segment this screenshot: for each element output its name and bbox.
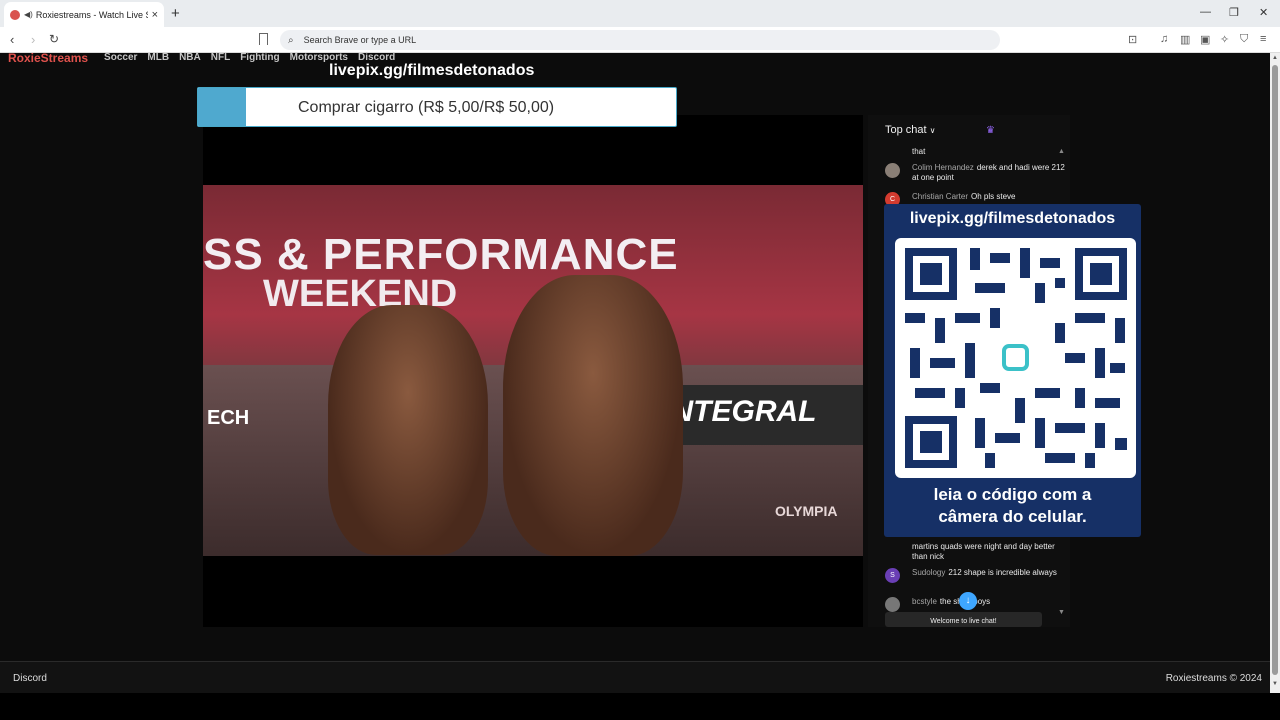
url-placeholder: Search Brave or type a URL — [303, 35, 417, 45]
scroll-down-icon[interactable]: ▼ — [1272, 681, 1278, 687]
restore-button[interactable]: ❐ — [1229, 6, 1239, 19]
video-frame[interactable]: SS & PERFORMANCE WEEKEND INTEGRAL ECH OL… — [203, 185, 863, 556]
new-tab-button[interactable]: + — [171, 5, 180, 22]
nav-nfl[interactable]: NFL — [211, 52, 230, 64]
chat-message: C Christian Carter Oh pls steve — [885, 192, 1065, 207]
url-input[interactable]: ⌕ Search Brave or type a URL — [280, 30, 1000, 50]
nav-soccer[interactable]: Soccer — [104, 52, 137, 64]
translate-icon[interactable]: ⊡ — [1128, 33, 1137, 46]
crown-icon[interactable]: ♛ — [986, 125, 995, 136]
tab-bar: ◀) Roxiestreams - Watch Live Sp × + — ❐ … — [0, 0, 1280, 27]
qr-code[interactable] — [895, 238, 1136, 478]
chat-author[interactable]: Colim Hernandez — [912, 163, 974, 172]
nav-fighting[interactable]: Fighting — [240, 52, 279, 64]
chat-author[interactable]: Sudology — [912, 568, 945, 577]
site-footer: Discord Roxiestreams © 2024 — [0, 661, 1270, 693]
nav-nba[interactable]: NBA — [179, 52, 201, 64]
chat-welcome-banner: Welcome to live chat! — [885, 612, 1042, 627]
search-icon: ⌕ — [288, 34, 294, 46]
donation-goal-label: Comprar cigarro (R$ 5,00/R$ 50,00) — [298, 99, 555, 116]
chevron-down-icon: ∨ — [929, 126, 936, 135]
left-sponsor-text: ECH — [207, 407, 250, 429]
minimize-button[interactable]: — — [1200, 6, 1211, 18]
avatar — [885, 163, 900, 178]
athlete-left — [328, 305, 488, 555]
bookmark-icon[interactable] — [259, 33, 268, 45]
site-favicon-icon — [10, 9, 20, 20]
footer-copyright: Roxiestreams © 2024 — [1165, 673, 1262, 684]
chat-mode-dropdown[interactable]: Top chat ∨ — [885, 124, 935, 136]
chat-scroll-down-icon[interactable]: ▼ — [1058, 609, 1065, 616]
reload-icon[interactable]: ↻ — [49, 32, 59, 46]
arrow-down-icon[interactable]: ↓ — [959, 592, 977, 610]
qr-donation-card: livepix.gg/filmesdetonados leia o código… — [884, 204, 1141, 537]
forward-icon[interactable]: › — [31, 32, 35, 47]
footer-discord-link[interactable]: Discord — [13, 673, 47, 684]
back-icon[interactable]: ‹ — [10, 32, 14, 47]
chat-message: that — [885, 147, 1065, 157]
qr-caption-line-1: leia o código com a — [933, 485, 1092, 504]
donation-goal-bar: Comprar cigarro (R$ 5,00/R$ 50,00) — [197, 87, 677, 127]
chat-author[interactable]: bcstyle — [912, 597, 937, 606]
chat-message: Colim Hernandez derek and hadi were 212 a… — [885, 163, 1065, 183]
page-content: RoxieStreams Soccer MLB NBA NFL Fighting… — [0, 52, 1270, 693]
wallet-icon[interactable]: ▣ — [1200, 33, 1210, 46]
qr-card-caption: leia o código com a câmera do celular. — [884, 484, 1141, 528]
site-logo[interactable]: RoxieStreams — [8, 52, 88, 64]
tab-close-icon[interactable]: × — [152, 9, 158, 21]
chat-text: martins quads were night and day better … — [912, 542, 1055, 561]
donation-progress-fill — [198, 88, 246, 126]
chat-message: S Sudology 212 shape is incredible always — [885, 568, 1065, 583]
chat-message: martins quads were night and day better … — [885, 542, 1065, 562]
chat-text: Oh pls steve — [971, 192, 1016, 201]
avatar — [885, 597, 900, 612]
chat-text: 212 shape is incredible always — [948, 568, 1057, 577]
address-bar: ‹ › ↻ ⌕ Search Brave or type a URL ⊡ ♫ ▥… — [0, 27, 1280, 53]
media-icon[interactable]: ♫ — [1160, 33, 1168, 45]
scrollbar-thumb[interactable] — [1272, 65, 1278, 675]
stream-overlay-title: livepix.gg/filmesdetonados — [329, 62, 535, 79]
page-scrollbar[interactable]: ▲ ▼ — [1270, 53, 1280, 693]
qr-caption-line-2: câmera do celular. — [938, 507, 1087, 526]
chat-mode-label: Top chat — [885, 124, 927, 136]
video-player[interactable]: SS & PERFORMANCE WEEKEND INTEGRAL ECH OL… — [203, 115, 863, 627]
leo-ai-icon[interactable]: ✧ — [1220, 33, 1229, 46]
browser-tab[interactable]: ◀) Roxiestreams - Watch Live Sp × — [4, 2, 164, 27]
chat-author[interactable]: Christian Carter — [912, 192, 968, 201]
nav-mlb[interactable]: MLB — [147, 52, 169, 64]
tab-title: Roxiestreams - Watch Live Sp — [35, 9, 148, 20]
close-window-button[interactable]: ✕ — [1259, 6, 1268, 19]
audio-playing-icon[interactable]: ◀) — [24, 10, 33, 19]
bottom-strip — [0, 693, 1280, 720]
video-banner-text: SS & PERFORMANCE — [203, 230, 679, 279]
chat-text: that — [912, 147, 926, 156]
olympia-watermark: OLYMPIA — [775, 503, 838, 519]
avatar: S — [885, 568, 900, 583]
athlete-right — [503, 275, 683, 556]
scroll-up-icon[interactable]: ▲ — [1272, 55, 1278, 61]
menu-icon[interactable]: ≡ — [1260, 33, 1266, 45]
qr-card-url: livepix.gg/filmesdetonados — [909, 210, 1116, 227]
sidebar-icon[interactable]: ▥ — [1180, 33, 1190, 46]
qr-code-graphic — [905, 248, 1127, 468]
shields-icon[interactable]: ⛉ — [1240, 33, 1248, 46]
